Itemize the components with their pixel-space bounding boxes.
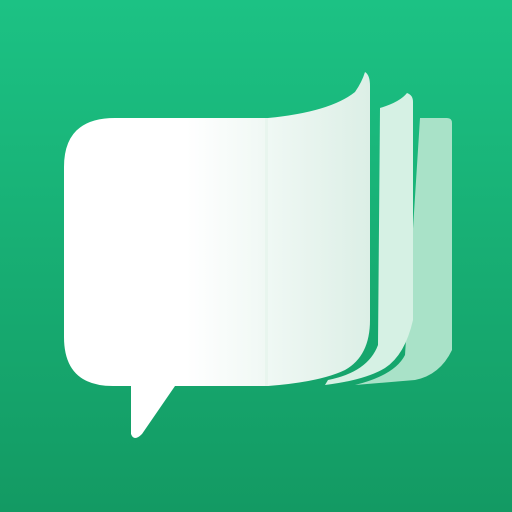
chat-book-icon [0,0,512,512]
page-spine [265,118,268,386]
app-icon [0,0,512,512]
